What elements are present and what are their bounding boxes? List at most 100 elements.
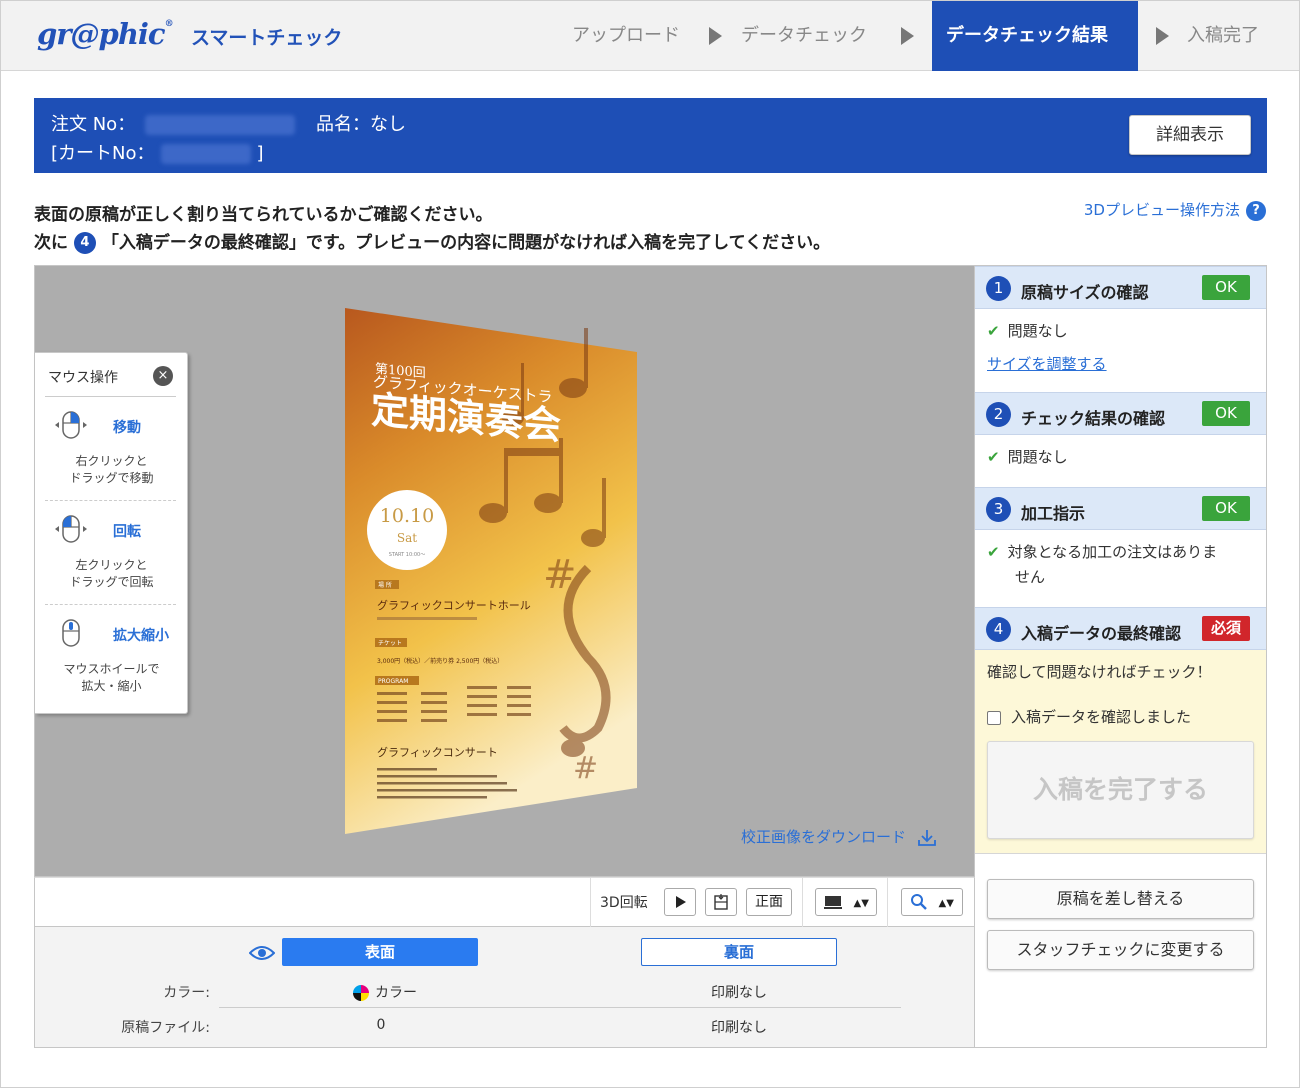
close-icon[interactable]: × xyxy=(153,366,173,386)
step-data-check-result: データチェック結果 xyxy=(932,1,1138,71)
mouse-zoom-desc-2: 拡大・縮小 xyxy=(81,679,142,693)
rotate-step-button[interactable] xyxy=(705,888,737,916)
order-no-value-redacted xyxy=(145,115,296,135)
mouse-controls-panel: マウス操作 × 移動 右クリックと ドラッグで移動 回転 左クリックと ドラッグ… xyxy=(35,352,188,714)
check-3-result-line-1: 対象となる加工の注文はありま xyxy=(1007,543,1218,561)
graphic-logo[interactable]: gr@phic® xyxy=(37,17,174,51)
poster-program-label: PROGRAM xyxy=(378,678,408,685)
instruction-rest: 「入稿データの最終確認」です。プレビューの内容に問題がなければ入稿を完了してくだ… xyxy=(101,233,831,253)
logo-mark: ® xyxy=(164,19,174,29)
divider xyxy=(45,604,176,605)
back-color-value: 印刷なし xyxy=(711,985,767,1001)
mouse-move-label: 移動 xyxy=(113,420,141,436)
zoom-select[interactable]: ▲▼ xyxy=(901,888,963,916)
instructions: 表面の原稿が正しく割り当てられているかご確認ください。 次に 4 「入稿データの… xyxy=(34,201,830,257)
poster-date: 10.10 xyxy=(380,505,434,527)
mouse-right-click-icon xyxy=(55,411,87,439)
front-color-value: カラー xyxy=(335,982,435,1002)
front-face-tab[interactable]: 表面 xyxy=(282,938,478,966)
logo-text: gr@phic xyxy=(37,17,166,51)
divider xyxy=(45,500,176,501)
check-1-header: 1 原稿サイズの確認 OK xyxy=(975,266,1266,309)
step-data-check: データチェック xyxy=(741,25,867,46)
divider xyxy=(590,878,591,928)
play-rotate-button[interactable] xyxy=(664,888,696,916)
mouse-panel-title: マウス操作 xyxy=(48,370,118,386)
step-4-number-icon: 4 xyxy=(986,617,1011,642)
confirm-data-checkbox[interactable] xyxy=(987,710,1001,725)
front-color-text: カラー xyxy=(375,985,417,1001)
check-4-title: 入稿データの最終確認 xyxy=(1021,624,1182,643)
instruction-line-1: 表面の原稿が正しく割り当てられているかご確認ください。 xyxy=(34,205,493,225)
product-name: 品名：なし xyxy=(316,114,406,135)
step-arrow-icon xyxy=(1156,27,1169,45)
cart-no-close: ] xyxy=(256,143,264,164)
mouse-move-desc: 右クリックと ドラッグで移動 xyxy=(35,453,188,487)
mouse-rotate-desc-2: ドラッグで回転 xyxy=(69,575,154,589)
3d-preview-viewer[interactable]: マウス操作 × 移動 右クリックと ドラッグで移動 回転 左クリックと ドラッグ… xyxy=(34,265,975,877)
download-proof-image-link[interactable]: 校正画像をダウンロード xyxy=(741,826,937,847)
check-4-header: 4 入稿データの最終確認 必須 xyxy=(975,607,1266,650)
back-face-tab[interactable]: 裏面 xyxy=(641,938,837,966)
divider xyxy=(975,853,1266,854)
front-view-button[interactable]: 正面 xyxy=(746,888,792,916)
step-2-number-icon: 2 xyxy=(986,402,1011,427)
check-3-title: 加工指示 xyxy=(1021,504,1086,523)
check-3-header: 3 加工指示 OK xyxy=(975,487,1266,530)
step-arrow-icon xyxy=(901,27,914,45)
required-badge: 必須 xyxy=(1202,616,1250,641)
cart-no-value-redacted xyxy=(160,144,251,164)
order-no-label: 注文 No： xyxy=(51,114,136,135)
check-2-result: ✔ 問題なし xyxy=(987,444,1068,470)
cmyk-color-icon xyxy=(353,985,369,1001)
chevron-updown-icon: ▲▼ xyxy=(938,898,954,909)
checkmark-icon: ✔ xyxy=(987,448,1000,466)
front-file-value: 0 xyxy=(376,1017,386,1033)
status-badge: OK xyxy=(1202,496,1250,521)
cart-no-label: [カートNo： xyxy=(51,143,155,164)
adjust-size-link[interactable]: サイズを調整する xyxy=(987,351,1107,377)
complete-submission-button[interactable]: 入稿を完了する xyxy=(987,741,1254,839)
check-1-result-text: 問題なし xyxy=(1007,322,1068,340)
rotate-frame-icon xyxy=(714,894,728,910)
poster-ticket: 3,000円（税込）／前売り券 2,500円（税込） xyxy=(377,657,503,665)
mouse-zoom-desc-1: マウスホイールで xyxy=(63,662,160,676)
instruction-prefix: 次に xyxy=(34,233,68,253)
face-settings-table: 表面 裏面 カラー: カラー 印刷なし 原稿ファイル: 0 印刷なし xyxy=(34,927,975,1048)
status-badge: OK xyxy=(1202,401,1250,426)
app-title: スマートチェック xyxy=(191,27,343,49)
poster-3d-preview[interactable]: # # 第100回 グラフィックオーケストラ 定期演奏会 10.10 Sat S… xyxy=(343,308,637,834)
app-window: gr@phic® スマートチェック アップロード データチェック データチェック… xyxy=(0,0,1300,1088)
final-confirm-prompt: 確認して問題なければチェック！ xyxy=(987,663,1212,681)
mouse-move-desc-2: ドラッグで移動 xyxy=(69,471,154,485)
download-icon xyxy=(917,829,936,846)
cart-no: [カートNo：] xyxy=(51,139,264,165)
magnifier-icon xyxy=(911,894,927,910)
step-4-number-icon: 4 xyxy=(73,232,96,254)
3d-rotate-label: 3D回転 xyxy=(600,895,648,911)
svg-text:#: # xyxy=(573,751,598,786)
color-label: カラー: xyxy=(163,985,210,1001)
detail-view-button[interactable]: 詳細表示 xyxy=(1129,115,1251,155)
svg-text:#: # xyxy=(543,552,577,598)
confirm-data-checkbox-row[interactable]: 入稿データを確認しました xyxy=(987,704,1191,730)
poster-venue: グラフィックコンサートホール xyxy=(377,598,531,612)
viewer-toolbar: 3D回転 正面 ▲▼ ▲▼ xyxy=(34,877,975,928)
check-1-title: 原稿サイズの確認 xyxy=(1021,283,1149,302)
mouse-rotate-desc-1: 左クリックと xyxy=(75,558,148,572)
mouse-wheel-icon xyxy=(62,619,80,647)
play-icon xyxy=(676,896,686,908)
3d-preview-howto-link[interactable]: 3Dプレビュー操作方法? xyxy=(1084,199,1266,221)
howto-link-text: 3Dプレビュー操作方法 xyxy=(1083,201,1240,219)
display-mode-select[interactable]: ▲▼ xyxy=(815,888,877,916)
replace-file-button[interactable]: 原稿を差し替える xyxy=(987,879,1254,919)
switch-to-staff-check-button[interactable]: スタッフチェックに変更する xyxy=(987,930,1254,970)
poster-address-line xyxy=(377,617,477,620)
poster-venue-label: 場 所 xyxy=(378,581,392,589)
download-link-text: 校正画像をダウンロード xyxy=(741,828,907,846)
instruction-line-2: 次に 4 「入稿データの最終確認」です。プレビューの内容に問題がなければ入稿を完… xyxy=(34,229,830,257)
confirm-data-checkbox-label: 入稿データを確認しました xyxy=(1011,708,1192,726)
check-1-result: ✔ 問題なし xyxy=(987,318,1068,344)
mouse-rotate-label: 回転 xyxy=(113,524,141,540)
status-badge: OK xyxy=(1202,275,1250,300)
